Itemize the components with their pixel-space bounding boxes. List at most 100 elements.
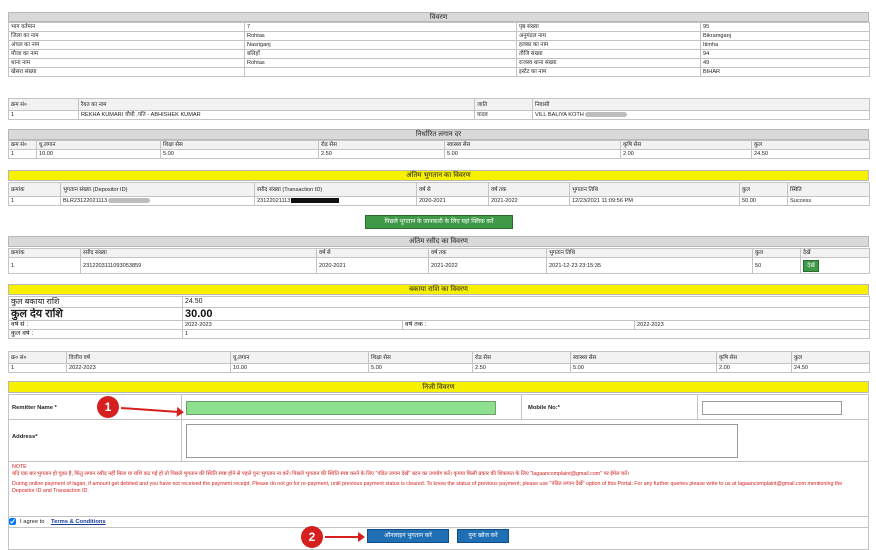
rate-cell-5: 2.00 xyxy=(620,149,752,159)
agree-text: I agree to xyxy=(20,519,45,525)
rate-cell-4: 5.00 xyxy=(444,149,621,159)
pay-status: Success xyxy=(787,196,870,206)
note-heading: NOTE xyxy=(12,464,27,470)
rate-cell-1: 10.00 xyxy=(36,149,161,159)
previous-payment-button[interactable]: पिछले भुगतान के जानकारी के लिए यहां क्लि… xyxy=(365,215,513,229)
rate-col-6: कुल xyxy=(751,140,870,150)
divider xyxy=(521,395,522,419)
rec-col-4: भुगतान तिथि xyxy=(546,248,753,258)
detail-value: 95 xyxy=(700,22,870,32)
rate-cell-6: 24.50 xyxy=(751,149,870,159)
dues-cell-0: 1 xyxy=(8,363,67,373)
detail-label: अनुमंडल नाम xyxy=(516,31,701,41)
rate-col-1: धु.लगान xyxy=(36,140,161,150)
raiyat-sn: 1 xyxy=(8,110,79,120)
dues-cell-5: 5.00 xyxy=(570,363,717,373)
mobile-input[interactable] xyxy=(702,401,842,415)
detail-value: BIHAR xyxy=(700,67,870,77)
detail-value: 49 xyxy=(700,58,870,68)
dues-summary-table: कुल बकाया राशि 24.50 कुल देय राशि 30.00 … xyxy=(8,296,871,339)
payable-label: कुल देय राशि xyxy=(8,307,183,321)
pay-date: 12/23/2021 11:09:56 PM xyxy=(569,196,740,206)
dues-title: बकाया राशि का विवरण xyxy=(8,284,869,295)
pay-col-4: वर्ष तक xyxy=(488,182,570,197)
raiyat-table: क्रम सं० रैयत का नाम जाति निवासी 1 REKHA… xyxy=(8,98,870,120)
annotation-arrow-2 xyxy=(325,532,365,542)
pay-total: 50.00 xyxy=(739,196,788,206)
detail-value: Rohtas xyxy=(244,58,517,68)
payable-value: 30.00 xyxy=(181,307,871,321)
dues-cell-1: 2022-2023 xyxy=(66,363,231,373)
detail-label: राजस्व थाना संख्या xyxy=(516,58,701,68)
detail-label: खेसरा संख्या xyxy=(8,67,245,77)
detail-label: हलका का नाम xyxy=(516,40,701,50)
dues-cell-4: 2.50 xyxy=(472,363,571,373)
pay-depositor-id: BLR23122021113 xyxy=(60,196,255,206)
agree-checkbox[interactable] xyxy=(9,518,16,525)
detail-value: Rohtas xyxy=(244,31,517,41)
annotation-marker-2: 2 xyxy=(301,526,323,548)
rec-year-from: 2020-2021 xyxy=(316,257,429,274)
detail-label: थाना नाम xyxy=(8,58,245,68)
details-row: अंचल का नाम Nasriganj हलका का नाम Itimha xyxy=(8,40,870,50)
note-hindi: यदि एक बार भुगतान हो चुका है, किंतु लगान… xyxy=(12,471,630,477)
pay-transaction-text: 23122021113 xyxy=(257,198,291,204)
rate-col-4: स्वास्थ्य सेस xyxy=(444,140,621,150)
dues-col-3: शिक्षा सेस xyxy=(368,351,473,364)
rate-col-2: शिक्षा सेस xyxy=(160,140,319,150)
total-years-value: 1 xyxy=(181,329,871,339)
rec-total: 50 xyxy=(752,257,801,274)
pay-col-3: वर्ष से xyxy=(416,182,489,197)
dues-table: क्र० सं० वित्तीय वर्ष धु.लगान शिक्षा सेस रोड… xyxy=(8,351,870,373)
rec-col-5: कुल xyxy=(752,248,801,258)
detail-value: 7 xyxy=(244,22,517,32)
payment-title: अंतिम भुगतान का विवरण xyxy=(8,170,869,181)
search-again-button[interactable]: पुनः खोज करें xyxy=(457,529,509,543)
rec-col-2: वर्ष से xyxy=(316,248,429,258)
details-row: मौजा का नाम बलिहाँ तौजि संख्या 94 xyxy=(8,49,870,59)
pay-col-1: भुगतान संख्या (Depositor ID) xyxy=(60,182,255,197)
detail-value: Itimha xyxy=(700,40,870,50)
personal-title: निजी विवरण xyxy=(8,381,869,393)
pay-col-5: भुगतान तिथि xyxy=(569,182,740,197)
terms-link[interactable]: Terms & Conditions xyxy=(51,519,106,525)
detail-label: तौजि संख्या xyxy=(516,49,701,59)
rate-cell-2: 5.00 xyxy=(160,149,319,159)
raiyat-caste: यादव xyxy=(474,110,533,120)
detail-label: अंचल का नाम xyxy=(8,40,245,50)
detail-value xyxy=(244,67,517,77)
remitter-name-input[interactable] xyxy=(186,401,496,415)
pay-depositor-text: BLR23122021113 xyxy=(63,198,108,204)
view-receipt-button[interactable]: देखें xyxy=(803,259,819,272)
address-textarea[interactable] xyxy=(186,424,738,458)
raiyat-col-name: रैयत का नाम xyxy=(78,98,475,111)
online-pay-button[interactable]: ऑनलाइन भुगतान करें xyxy=(367,529,449,543)
rate-title: निर्धारित लगान दर xyxy=(8,129,869,140)
pay-col-6: कुल xyxy=(739,182,788,197)
total-years-label: कुल वर्ष : xyxy=(8,329,183,339)
details-row: थाना नाम Rohtas राजस्व थाना संख्या 49 xyxy=(8,58,870,68)
redacted-bar xyxy=(291,198,340,204)
detail-label: मौजा का नाम xyxy=(8,49,245,59)
dues-col-5: स्वास्थ्य सेस xyxy=(570,351,717,364)
raiyat-resident: VILL BALIYA KOTH xyxy=(532,110,870,120)
detail-value: बलिहाँ xyxy=(244,49,517,59)
rec-col-1: रसीद संख्या xyxy=(80,248,317,258)
rate-col-5: कृषि सेस xyxy=(620,140,752,150)
pay-year-to: 2021-2022 xyxy=(488,196,570,206)
detail-value: Nasriganj xyxy=(244,40,517,50)
details-row: खेसरा संख्या इस्टेट का नाम BIHAR xyxy=(8,67,870,77)
dues-cell-2: 10.00 xyxy=(230,363,369,373)
pay-col-7: स्थिति xyxy=(787,182,870,197)
raiyat-name: REKHA KUMARI चौधी ,पति - ABHISHEK KUMAR xyxy=(78,110,475,120)
rec-date: 2021-12-23 23:15:35 xyxy=(546,257,753,274)
raiyat-col-caste: जाति xyxy=(474,98,533,111)
note-english: During online payment of lagan, if amoun… xyxy=(12,481,843,494)
raiyat-resident-text: VILL BALIYA KOTH xyxy=(535,112,584,118)
year-to-value: 2022-2023 xyxy=(633,320,871,330)
details-row: भाग वर्तमान 7 पृष्ठ संख्या 95 xyxy=(8,22,870,32)
remitter-label: Remitter Name * xyxy=(12,405,57,411)
rec-sn: 1 xyxy=(8,257,81,274)
rate-col-3: रोड सेस xyxy=(318,140,445,150)
receipt-table: क्रमांक रसीद संख्या वर्ष से वर्ष तक भुगतान त… xyxy=(8,248,870,274)
